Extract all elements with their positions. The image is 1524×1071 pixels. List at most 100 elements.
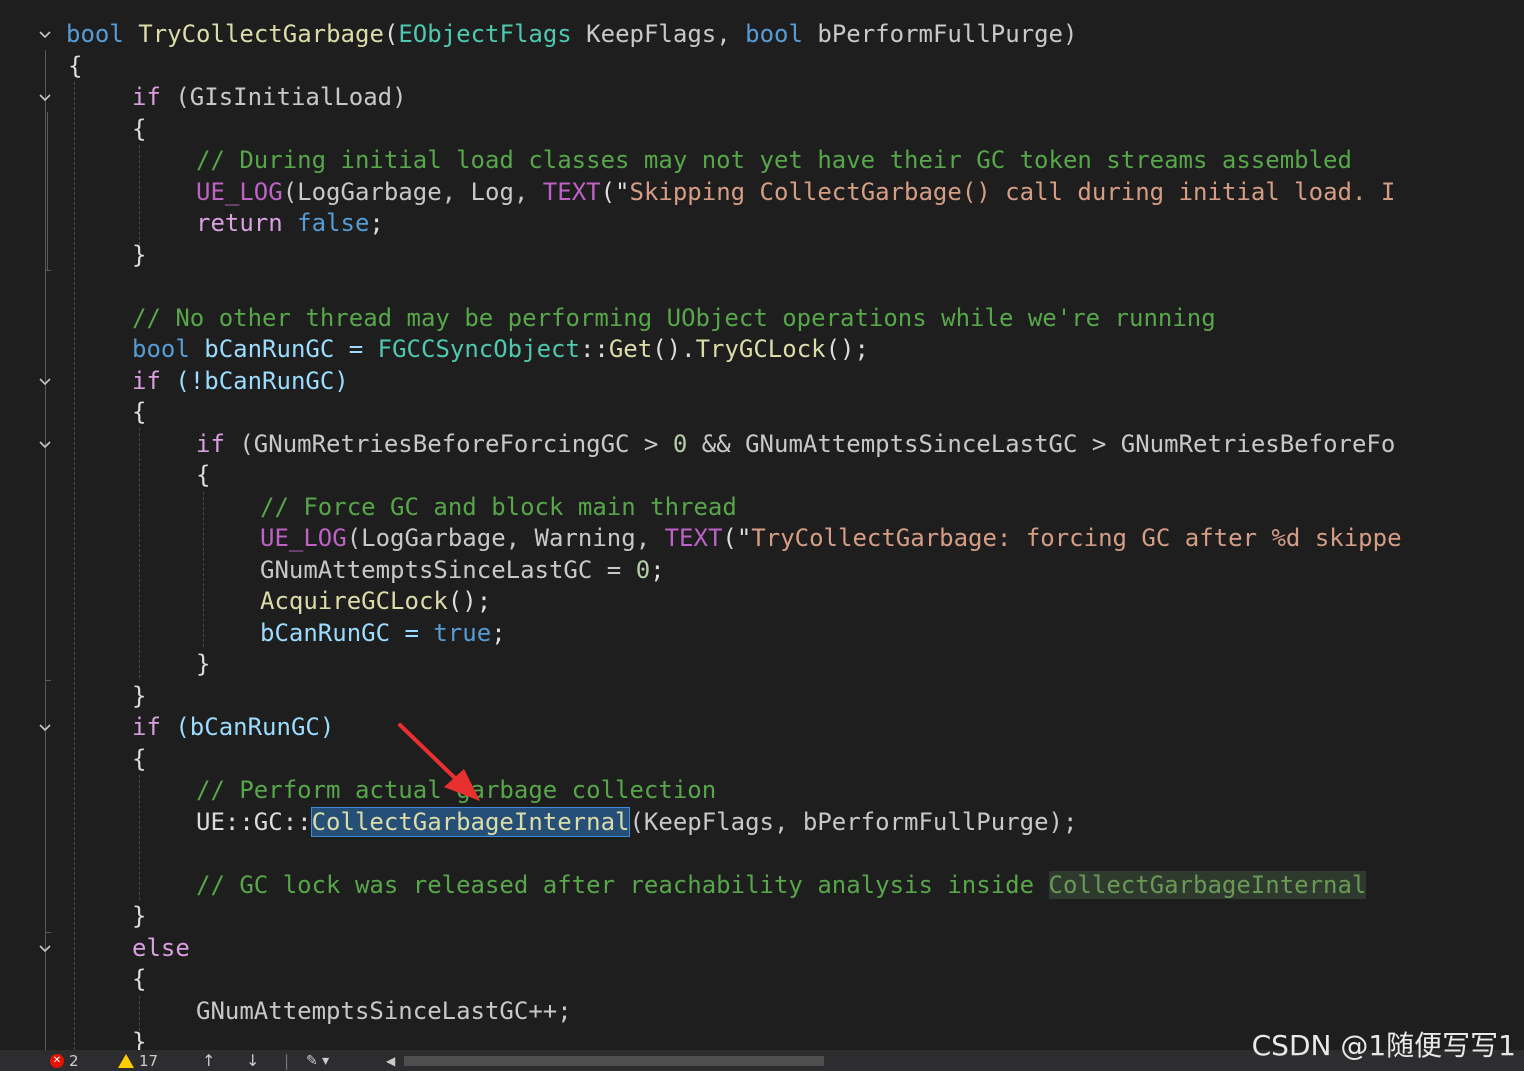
- condition: && GNumAttemptsSinceLastGC > GNumRetries…: [687, 430, 1396, 458]
- collapse-chevron-icon[interactable]: [37, 27, 53, 43]
- keyword: bool: [66, 20, 124, 48]
- code-comment[interactable]: // No other thread may be performing UOb…: [132, 303, 1216, 335]
- macro: UE_LOG: [196, 178, 283, 206]
- code-line[interactable]: GNumAttemptsSinceLastGC = 0;: [260, 555, 665, 587]
- macro: UE_LOG: [260, 524, 347, 552]
- code-line[interactable]: GNumAttemptsSinceLastGC++;: [196, 996, 572, 1028]
- type-name: FGCCSyncObject: [377, 335, 580, 363]
- punctuation: (: [383, 20, 399, 48]
- code-line[interactable]: }: [132, 901, 146, 933]
- keyword: return: [196, 209, 283, 237]
- string-literal: Skipping CollectGarbage() call during in…: [629, 178, 1396, 206]
- punctuation: ().: [652, 335, 696, 363]
- error-icon: ✕: [50, 1054, 64, 1068]
- error-count[interactable]: ✕ 2: [50, 1052, 79, 1070]
- separator: |: [284, 1052, 290, 1070]
- collapse-chevron-icon[interactable]: [37, 941, 53, 957]
- code-line[interactable]: AcquireGCLock();: [260, 586, 491, 618]
- brace: {: [132, 398, 147, 426]
- brace: {: [132, 745, 147, 773]
- code-line[interactable]: }: [132, 681, 146, 713]
- statement: GNumAttemptsSinceLastGC++;: [196, 997, 572, 1025]
- indent-guide: [203, 492, 204, 647]
- fold-region-bar: [45, 50, 46, 1050]
- brace: }: [132, 241, 147, 269]
- condition: (GIsInitialLoad): [160, 83, 407, 111]
- code-line[interactable]: return false;: [196, 208, 384, 240]
- code-line[interactable]: {: [132, 114, 146, 146]
- code-line[interactable]: {: [132, 397, 146, 429]
- brace: }: [132, 1028, 147, 1050]
- fold-region-end: [45, 270, 51, 271]
- code-comment[interactable]: // GC lock was released after reachabili…: [196, 870, 1367, 902]
- punctuation: ();: [825, 335, 869, 363]
- code-line[interactable]: UE_LOG(LogGarbage, Log, TEXT("Skipping C…: [196, 177, 1395, 209]
- indent-guide: [139, 775, 140, 900]
- warning-icon: [118, 1054, 134, 1068]
- collapse-chevron-icon[interactable]: [37, 374, 53, 390]
- code-line[interactable]: {: [132, 744, 146, 776]
- punctuation: ;: [369, 209, 384, 237]
- condition: (!bCanRunGC): [160, 367, 349, 395]
- function-name: TryCollectGarbage: [138, 20, 384, 48]
- arguments: (LogGarbage, Log,: [282, 178, 543, 206]
- collapse-chevron-icon[interactable]: [37, 90, 53, 106]
- code-line-function-signature[interactable]: bool TryCollectGarbage(EObjectFlags Keep…: [66, 19, 1077, 51]
- code-line[interactable]: if (GIsInitialLoad): [132, 82, 407, 114]
- indent-guide: [139, 428, 140, 678]
- code-line[interactable]: }: [132, 240, 146, 272]
- next-issue-button[interactable]: ↓: [246, 1052, 259, 1070]
- brace: }: [196, 650, 211, 678]
- code-line[interactable]: else: [132, 933, 190, 965]
- keyword: true: [433, 619, 492, 647]
- comment: // GC lock was released after reachabili…: [196, 871, 1049, 899]
- brace: {: [132, 115, 147, 143]
- macro: TEXT: [664, 524, 723, 552]
- code-cleanup-brush-icon[interactable]: ✎ ▾: [306, 1052, 329, 1070]
- code-line[interactable]: bool bCanRunGC = FGCCSyncObject::Get().T…: [132, 334, 869, 366]
- function-name: AcquireGCLock: [260, 587, 448, 615]
- condition: (bCanRunGC): [160, 713, 335, 741]
- keyword: if: [196, 430, 225, 458]
- code-line[interactable]: UE_LOG(LogGarbage, Warning, TEXT("TryCol…: [260, 523, 1402, 555]
- code-line-collect-garbage-call[interactable]: UE::GC::CollectGarbageInternal(KeepFlags…: [196, 807, 1077, 839]
- code-line[interactable]: if (GNumRetriesBeforeForcingGC > 0 && GN…: [196, 429, 1395, 461]
- keyword: if: [132, 367, 161, 395]
- collapse-chevron-icon[interactable]: [37, 437, 53, 453]
- horizontal-scrollbar[interactable]: [404, 1056, 824, 1066]
- arguments: (LogGarbage, Warning,: [346, 524, 665, 552]
- brace: {: [132, 965, 147, 993]
- annotation-arrow-icon: [398, 723, 480, 801]
- code-line[interactable]: {: [132, 964, 146, 996]
- punctuation: ();: [447, 587, 492, 615]
- keyword: else: [132, 934, 190, 962]
- code-line[interactable]: }: [132, 1027, 146, 1050]
- punctuation: ;: [491, 619, 506, 647]
- code-line[interactable]: if (bCanRunGC): [132, 712, 334, 744]
- indent-guide: [139, 145, 140, 255]
- keyword: bool: [132, 335, 190, 363]
- previous-issue-button[interactable]: ↑: [202, 1052, 215, 1070]
- function-name: TryGCLock: [695, 335, 826, 363]
- code-line[interactable]: }: [196, 649, 210, 681]
- code-line[interactable]: bCanRunGC = true;: [260, 618, 506, 650]
- macro: TEXT: [542, 178, 601, 206]
- code-comment[interactable]: // During initial load classes may not y…: [196, 145, 1352, 177]
- assignment: bCanRunGC =: [260, 619, 434, 647]
- code-line[interactable]: if (!bCanRunGC): [132, 366, 349, 398]
- code-comment[interactable]: // Force GC and block main thread: [260, 492, 737, 524]
- fold-region-end: [45, 932, 51, 933]
- scroll-left-arrow-icon[interactable]: ◀: [386, 1052, 395, 1070]
- code-line[interactable]: {: [196, 460, 210, 492]
- warning-count[interactable]: 17: [118, 1052, 158, 1070]
- punctuation: ;: [650, 556, 665, 584]
- code-editor[interactable]: bool TryCollectGarbage(EObjectFlags Keep…: [0, 0, 1524, 1050]
- punctuation: ::: [579, 335, 609, 363]
- namespace: UE::GC::: [196, 808, 312, 836]
- warning-count-label: 17: [139, 1052, 159, 1070]
- collapse-chevron-icon[interactable]: [37, 720, 53, 736]
- keyword: false: [297, 209, 370, 237]
- code-line[interactable]: {: [68, 51, 82, 83]
- number-literal: 0: [672, 430, 688, 458]
